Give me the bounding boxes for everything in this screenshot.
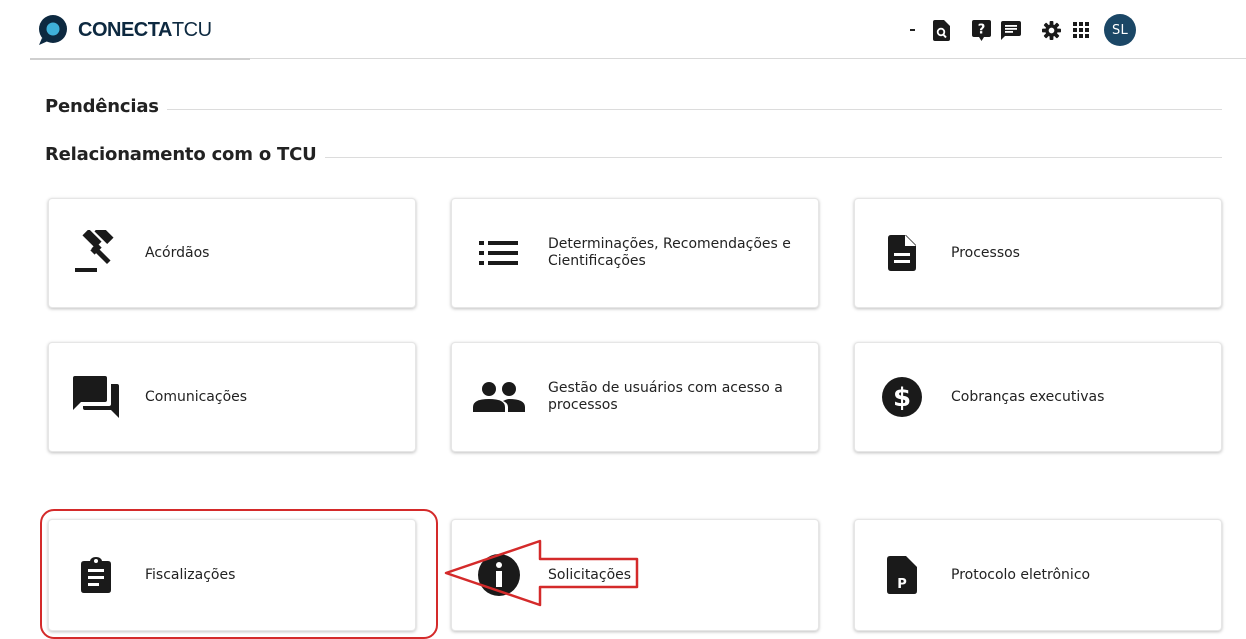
- highlight-box: [40, 509, 438, 639]
- document-icon: [873, 235, 931, 271]
- card-processos[interactable]: Processos: [854, 198, 1222, 308]
- pendencias-section-header: Pendências: [45, 96, 1222, 117]
- forum-icon: [67, 376, 125, 418]
- section-title: Relacionamento com o TCU: [45, 144, 317, 165]
- svg-text:$: $: [893, 383, 911, 413]
- section-divider: [324, 157, 1222, 158]
- svg-text:P: P: [897, 577, 907, 592]
- card-label: Protocolo eletrônico: [951, 566, 1091, 583]
- card-label: Determinações, Recomendações e Cientific…: [548, 236, 791, 269]
- chat-icon[interactable]: [1000, 15, 1022, 45]
- card-protocolo[interactable]: P Protocolo eletrônico: [854, 519, 1222, 631]
- protocol-file-icon: P: [873, 556, 931, 594]
- card-comunicacoes[interactable]: Comunicações: [48, 342, 416, 452]
- annotation-arrow-icon: [444, 539, 639, 607]
- section-divider: [166, 109, 1222, 110]
- user-avatar[interactable]: SL: [1104, 14, 1136, 46]
- app-logo[interactable]: CONECTATCU: [36, 14, 212, 46]
- card-label: Gestão de usuários com acesso a processo…: [548, 380, 783, 413]
- gavel-icon: [67, 230, 125, 276]
- settings-gear-icon[interactable]: [1040, 15, 1062, 45]
- top-bar: CONECTATCU ? SL: [0, 0, 1246, 58]
- card-label: Comunicações: [145, 388, 248, 405]
- card-determinacoes[interactable]: Determinações, Recomendações e Cientific…: [451, 198, 819, 308]
- dollar-circle-icon: $: [873, 377, 931, 417]
- card-acordaos[interactable]: Acórdãos: [48, 198, 416, 308]
- svg-text:?: ?: [977, 22, 985, 37]
- section-title: Pendências: [45, 96, 159, 117]
- card-label: Cobranças executivas: [951, 388, 1105, 405]
- relacionamento-section-header: Relacionamento com o TCU: [45, 144, 1222, 165]
- card-cobrancas[interactable]: $ Cobranças executivas: [854, 342, 1222, 452]
- help-icon[interactable]: ?: [970, 15, 992, 45]
- card-label: Processos: [951, 244, 1020, 261]
- logo-bubble-icon: [39, 15, 67, 45]
- logo-text: CONECTATCU: [78, 18, 212, 41]
- dropdown-caret-icon[interactable]: [906, 15, 920, 45]
- card-label: Acórdãos: [145, 244, 210, 261]
- list-icon: [470, 238, 528, 268]
- apps-grid-icon[interactable]: [1070, 15, 1092, 45]
- card-gestao-usuarios[interactable]: Gestão de usuários com acesso a processo…: [451, 342, 819, 452]
- search-document-icon[interactable]: [930, 15, 952, 45]
- logo-underline: [30, 58, 250, 60]
- people-icon: [470, 382, 528, 412]
